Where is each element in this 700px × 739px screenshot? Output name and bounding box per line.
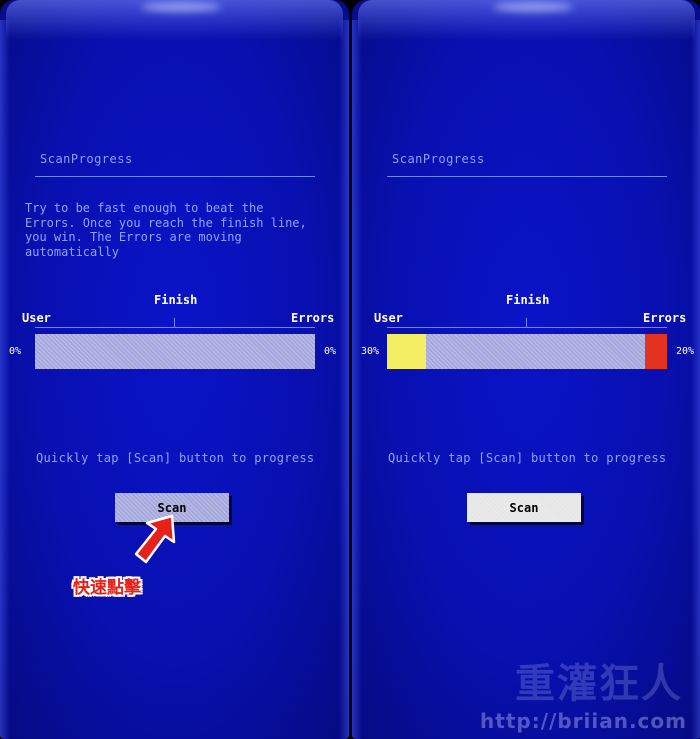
annotation-label: 快速點擊 (73, 578, 141, 598)
left-screen: ScanProgress Try to be fast enough to be… (0, 0, 349, 739)
progress-bar (35, 334, 315, 369)
edge-glow (0, 20, 10, 739)
errors-label: Errors (291, 311, 335, 325)
errors-percent: 20% (676, 346, 695, 357)
user-label: User (374, 311, 403, 325)
edge-glow (691, 20, 700, 739)
errors-label: Errors (643, 311, 687, 325)
finish-label: Finish (154, 293, 198, 307)
page-title: ScanProgress (392, 152, 485, 166)
progress-bar (387, 334, 667, 369)
hint-text: Quickly tap [Scan] button to progress (36, 451, 315, 465)
edge-glow (352, 20, 362, 739)
user-percent: 0% (9, 346, 22, 357)
top-glow (6, 0, 343, 40)
track-divider (35, 327, 315, 328)
user-label: User (22, 311, 51, 325)
finish-label: Finish (506, 293, 550, 307)
edge-glow (339, 20, 349, 739)
title-divider (387, 176, 667, 177)
red-arrow-icon (134, 514, 176, 564)
watermark-url: http://briian.com (480, 709, 687, 733)
right-screen: ScanProgress Finish User Errors 30% 20% … (352, 0, 700, 739)
watermark-logo: 重灌狂人 (515, 661, 683, 707)
top-glow (358, 0, 695, 40)
user-progress-fill (387, 334, 427, 369)
title-divider (35, 176, 315, 177)
user-percent: 30% (361, 346, 380, 357)
scan-button[interactable]: Scan (467, 493, 581, 522)
track-divider (387, 327, 667, 328)
page-title: ScanProgress (40, 152, 133, 166)
hint-text: Quickly tap [Scan] button to progress (388, 451, 667, 465)
errors-percent: 0% (324, 346, 337, 357)
instructions-text: Try to be fast enough to beat the Errors… (25, 201, 307, 259)
errors-progress-fill (644, 334, 667, 369)
